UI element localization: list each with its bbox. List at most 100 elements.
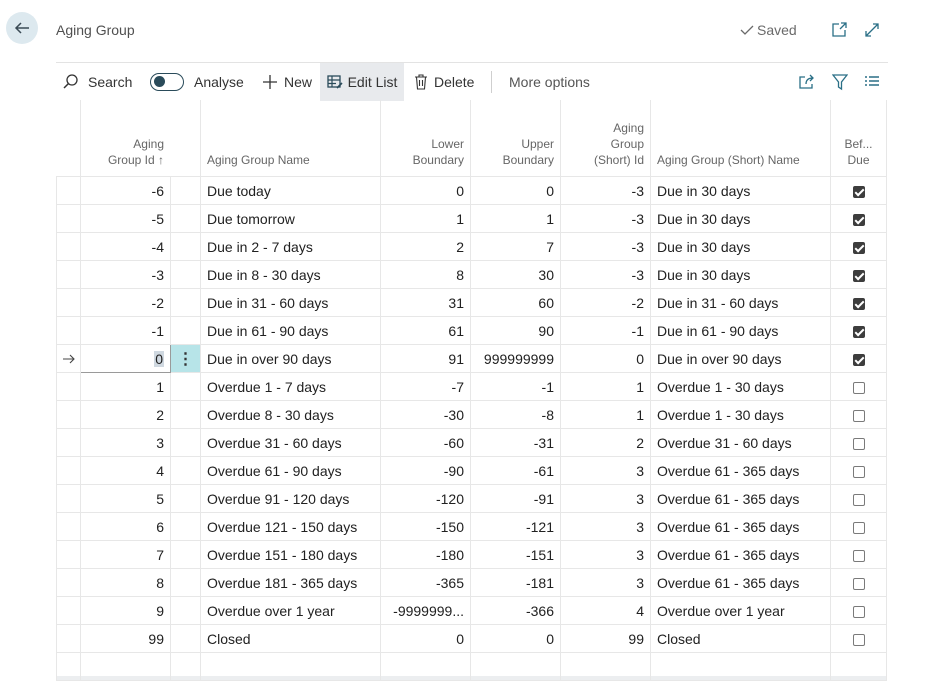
- aging-group-name-cell[interactable]: Due in 2 - 7 days: [200, 232, 381, 261]
- table-row[interactable]: -1 Due in 61 - 90 days 61 90 -1 Due in 61 - 9…: [56, 316, 887, 345]
- new-button[interactable]: New: [262, 63, 322, 101]
- column-header-lower-boundary[interactable]: Lower Boundary: [380, 100, 471, 177]
- short-name-cell[interactable]: Overdue 61 - 365 days: [650, 540, 831, 569]
- table-row[interactable]: 3 Overdue 31 - 60 days -60 -31 2 Overdue 31 -…: [56, 428, 887, 457]
- before-due-checkbox[interactable]: [852, 605, 865, 618]
- before-due-checkbox[interactable]: [852, 381, 865, 394]
- table-row[interactable]: 1 Overdue 1 - 7 days -7 -1 1 Overdue 1 - 30 d…: [56, 372, 887, 401]
- table-row[interactable]: 6 Overdue 121 - 150 days -150 -121 3 Overdue …: [56, 512, 887, 541]
- aging-group-name-cell[interactable]: Overdue over 1 year: [200, 596, 381, 625]
- short-name-cell[interactable]: Due in 30 days: [650, 204, 831, 233]
- short-id-cell[interactable]: -3: [560, 232, 651, 261]
- short-id-cell[interactable]: 0: [560, 344, 651, 373]
- short-id-cell[interactable]: -1: [560, 316, 651, 345]
- empty-new-row[interactable]: [56, 652, 887, 681]
- lower-boundary-cell[interactable]: 8: [380, 260, 471, 289]
- short-name-cell[interactable]: Overdue 1 - 30 days: [650, 372, 831, 401]
- before-due-checkbox[interactable]: [852, 577, 865, 590]
- lower-boundary-cell[interactable]: 0: [380, 176, 471, 205]
- aging-group-name-cell[interactable]: Overdue 61 - 90 days: [200, 456, 381, 485]
- before-due-checkbox[interactable]: [852, 633, 865, 646]
- upper-boundary-cell[interactable]: -61: [470, 456, 561, 485]
- aging-group-id-cell[interactable]: 4: [80, 456, 171, 485]
- lower-boundary-cell[interactable]: -90: [380, 456, 471, 485]
- aging-group-id-cell[interactable]: 3: [80, 428, 171, 457]
- analyse-toggle[interactable]: Analyse: [150, 63, 254, 101]
- table-row[interactable]: 7 Overdue 151 - 180 days -180 -151 3 Overdue …: [56, 540, 887, 569]
- filter-icon[interactable]: [832, 73, 848, 91]
- aging-group-name-cell[interactable]: Due in 61 - 90 days: [200, 316, 381, 345]
- aging-group-id-cell[interactable]: -4: [80, 232, 171, 261]
- table-row[interactable]: 99 Closed 0 0 99 Closed: [56, 624, 887, 653]
- aging-group-name-cell[interactable]: Overdue 8 - 30 days: [200, 400, 381, 429]
- lower-boundary-cell[interactable]: -9999999...: [380, 596, 471, 625]
- before-due-checkbox[interactable]: [852, 269, 865, 282]
- lower-boundary-cell[interactable]: 2: [380, 232, 471, 261]
- short-name-cell[interactable]: Overdue 1 - 30 days: [650, 400, 831, 429]
- aging-group-id-cell[interactable]: 9: [80, 596, 171, 625]
- lower-boundary-cell[interactable]: -7: [380, 372, 471, 401]
- aging-group-id-cell[interactable]: 8: [80, 568, 171, 597]
- short-name-cell[interactable]: Overdue over 1 year: [650, 596, 831, 625]
- upper-boundary-cell[interactable]: -31: [470, 428, 561, 457]
- open-in-new-window-icon[interactable]: [830, 21, 848, 39]
- short-name-cell[interactable]: Due in over 90 days: [650, 344, 831, 373]
- before-due-checkbox[interactable]: [852, 325, 865, 338]
- short-id-cell[interactable]: -3: [560, 260, 651, 289]
- lower-boundary-cell[interactable]: 61: [380, 316, 471, 345]
- aging-group-id-cell[interactable]: -3: [80, 260, 171, 289]
- upper-boundary-cell[interactable]: 0: [470, 624, 561, 653]
- upper-boundary-cell[interactable]: 1: [470, 204, 561, 233]
- upper-boundary-cell[interactable]: 30: [470, 260, 561, 289]
- short-id-cell[interactable]: 2: [560, 428, 651, 457]
- short-name-cell[interactable]: Overdue 61 - 365 days: [650, 456, 831, 485]
- aging-group-name-cell[interactable]: Due in over 90 days: [200, 344, 381, 373]
- before-due-checkbox[interactable]: [852, 241, 865, 254]
- short-id-cell[interactable]: 3: [560, 484, 651, 513]
- column-header-before-due[interactable]: Bef... Due: [830, 100, 887, 177]
- table-row[interactable]: 0 ⋮ Due in over 90 days 91 999999999 0 Due in …: [56, 344, 887, 373]
- before-due-checkbox[interactable]: [852, 409, 865, 422]
- table-row[interactable]: 2 Overdue 8 - 30 days -30 -8 1 Overdue 1 - 30…: [56, 400, 887, 429]
- upper-boundary-cell[interactable]: 7: [470, 232, 561, 261]
- short-id-cell[interactable]: -2: [560, 288, 651, 317]
- aging-group-id-cell[interactable]: 6: [80, 512, 171, 541]
- upper-boundary-cell[interactable]: -8: [470, 400, 561, 429]
- aging-group-name-cell[interactable]: Closed: [200, 624, 381, 653]
- column-header-short-id[interactable]: Aging Group (Short) Id: [560, 100, 651, 177]
- lower-boundary-cell[interactable]: -60: [380, 428, 471, 457]
- short-id-cell[interactable]: -3: [560, 204, 651, 233]
- before-due-checkbox[interactable]: [852, 353, 865, 366]
- lower-boundary-cell[interactable]: -180: [380, 540, 471, 569]
- aging-group-name-cell[interactable]: Overdue 121 - 150 days: [200, 512, 381, 541]
- share-icon[interactable]: [798, 73, 816, 91]
- table-row[interactable]: -2 Due in 31 - 60 days 31 60 -2 Due in 31 - 6…: [56, 288, 887, 317]
- lower-boundary-cell[interactable]: -150: [380, 512, 471, 541]
- aging-group-id-cell[interactable]: -5: [80, 204, 171, 233]
- search-button[interactable]: Search: [62, 63, 142, 101]
- short-name-cell[interactable]: Due in 30 days: [650, 176, 831, 205]
- short-name-cell[interactable]: Overdue 61 - 365 days: [650, 568, 831, 597]
- short-name-cell[interactable]: Due in 31 - 60 days: [650, 288, 831, 317]
- aging-group-name-cell[interactable]: Due tomorrow: [200, 204, 381, 233]
- upper-boundary-cell[interactable]: 90: [470, 316, 561, 345]
- edit-list-button[interactable]: Edit List: [320, 63, 404, 101]
- lower-boundary-cell[interactable]: -30: [380, 400, 471, 429]
- short-name-cell[interactable]: Overdue 61 - 365 days: [650, 512, 831, 541]
- short-id-cell[interactable]: 3: [560, 456, 651, 485]
- before-due-checkbox[interactable]: [852, 493, 865, 506]
- lower-boundary-cell[interactable]: -120: [380, 484, 471, 513]
- short-name-cell[interactable]: Overdue 61 - 365 days: [650, 484, 831, 513]
- aging-group-name-cell[interactable]: Overdue 181 - 365 days: [200, 568, 381, 597]
- upper-boundary-cell[interactable]: -121: [470, 512, 561, 541]
- lower-boundary-cell[interactable]: 31: [380, 288, 471, 317]
- table-row[interactable]: -5 Due tomorrow 1 1 -3 Due in 30 days: [56, 204, 887, 233]
- upper-boundary-cell[interactable]: 999999999: [470, 344, 561, 373]
- short-id-cell[interactable]: -3: [560, 176, 651, 205]
- column-header-short-name[interactable]: Aging Group (Short) Name: [650, 100, 831, 177]
- before-due-checkbox[interactable]: [852, 185, 865, 198]
- aging-group-id-cell[interactable]: -2: [80, 288, 171, 317]
- short-id-cell[interactable]: 3: [560, 540, 651, 569]
- before-due-checkbox[interactable]: [852, 437, 865, 450]
- aging-group-id-cell[interactable]: 1: [80, 372, 171, 401]
